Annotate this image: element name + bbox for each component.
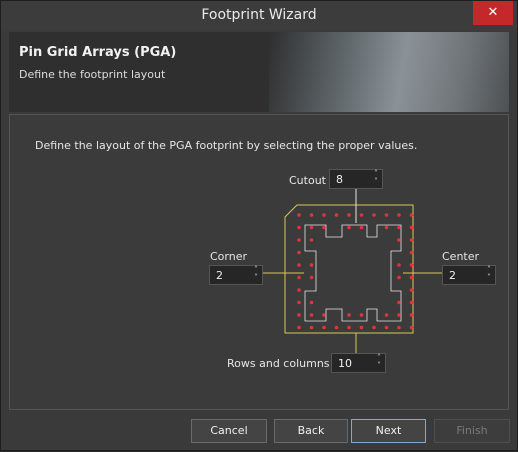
rows-columns-value: 10	[338, 357, 352, 370]
pin-pad	[397, 325, 401, 330]
pin-pad	[384, 213, 389, 217]
next-button[interactable]: Next	[351, 419, 426, 443]
cutout-value: 8	[336, 173, 343, 186]
pga-layout-diagram	[263, 189, 442, 353]
pin-pad	[297, 213, 301, 217]
pin-pad	[359, 225, 364, 230]
pin-pad	[297, 263, 301, 267]
pin-pad	[347, 213, 351, 217]
pin-pad	[359, 313, 364, 317]
footprint-wizard-window: Footprint Wizard ✕ Pin Grid Arrays (PGA)…	[0, 0, 518, 451]
pin-pad	[359, 325, 364, 330]
pin-pad	[309, 213, 314, 217]
rows-columns-spinner[interactable]: 10 ˄ ˅	[331, 353, 386, 373]
pin-pad	[334, 325, 339, 330]
cutout-label: Cutout	[289, 174, 326, 187]
corner-spinner[interactable]: 2 ˄ ˅	[209, 265, 263, 285]
cancel-button[interactable]: Cancel	[191, 419, 267, 443]
back-button[interactable]: Back	[274, 419, 348, 443]
rows-columns-label: Rows and columns	[227, 357, 330, 370]
pin-pad	[397, 213, 401, 217]
pin-pad	[309, 263, 314, 267]
pin-pad	[309, 238, 314, 242]
pin-pad	[409, 288, 414, 292]
pin-pad	[397, 275, 401, 280]
pin-pad	[297, 288, 301, 292]
pin-pad	[384, 225, 389, 230]
pin-pad	[409, 313, 414, 317]
pin-pad	[309, 325, 314, 330]
spin-arrows-icon[interactable]: ˄ ˅	[374, 170, 378, 186]
pin-pad	[347, 225, 351, 230]
pin-pad	[347, 325, 351, 330]
pin-pad	[297, 275, 301, 280]
pin-pad	[309, 300, 314, 305]
finish-button: Finish	[434, 419, 510, 443]
pin-pad	[334, 213, 339, 217]
pin-pad	[322, 213, 326, 217]
pin-pad	[372, 325, 376, 330]
corner-value: 2	[216, 269, 223, 282]
pin-pad	[397, 313, 401, 317]
pin-pad	[384, 325, 389, 330]
pin-pad	[309, 275, 314, 280]
pin-pad	[297, 313, 301, 317]
pin-pad	[409, 263, 414, 267]
pin-pad	[297, 325, 301, 330]
spin-arrows-icon[interactable]: ˄ ˅	[487, 266, 491, 282]
pin-pad	[297, 238, 301, 242]
pin-pad	[409, 213, 414, 217]
pin-pad	[409, 238, 414, 242]
pin-pad	[297, 300, 301, 305]
pin-pad	[359, 213, 364, 217]
pin-pad	[309, 225, 314, 230]
pin-pad	[397, 225, 401, 230]
spin-arrows-icon[interactable]: ˄ ˅	[254, 266, 258, 282]
pin-pad	[347, 313, 351, 317]
center-label: Center	[442, 250, 480, 263]
pin-pad	[409, 275, 414, 280]
pin-pad	[322, 313, 326, 317]
pin-pad	[397, 263, 401, 267]
pin-pad	[409, 225, 414, 230]
cutout-spinner[interactable]: 8 ˄ ˅	[329, 169, 383, 189]
center-value: 2	[449, 269, 456, 282]
pin-pad	[297, 225, 301, 230]
spin-arrows-icon[interactable]: ˄ ˅	[377, 354, 381, 370]
pin-pad	[397, 300, 401, 305]
pin-pad	[322, 325, 326, 330]
corner-label: Corner	[210, 250, 248, 263]
pin-pad	[397, 238, 401, 242]
pin-pad	[409, 300, 414, 305]
pin-pad	[372, 213, 376, 217]
pin-pad	[297, 250, 301, 255]
center-spinner[interactable]: 2 ˄ ˅	[442, 265, 496, 285]
pin-pad	[322, 225, 326, 230]
pin-pad	[309, 313, 314, 317]
pin-pad	[384, 313, 389, 317]
pin-pad	[409, 250, 414, 255]
cutout-region-outline	[304, 224, 402, 322]
pin-pad	[409, 325, 414, 330]
